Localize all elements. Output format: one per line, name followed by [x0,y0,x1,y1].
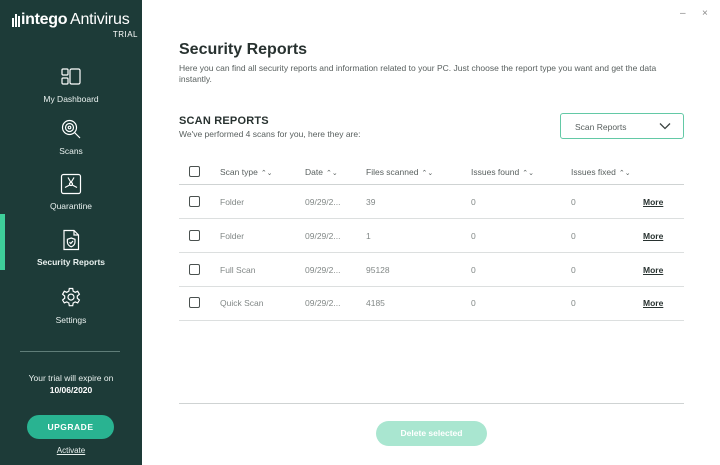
close-button[interactable]: × [702,8,712,19]
row-checkbox[interactable] [189,230,200,241]
scan-icon [61,119,81,139]
cell-issues-fixed: 0 [571,298,576,308]
more-link[interactable]: More [643,231,663,241]
sidebar-item-label: Scans [59,146,83,156]
cell-scan-type: Full Scan [220,265,256,275]
sort-icon: ⌃⌄ [618,170,631,177]
sort-icon: ⌃⌄ [325,170,338,177]
chevron-down-icon [659,123,671,130]
cell-date: 09/29/2... [305,265,341,275]
section-subtitle: We've performed 4 scans for you, here th… [179,129,361,139]
cell-files-scanned: 4185 [366,298,385,308]
column-header-issues-fixed[interactable]: Issues fixed ⌃⌄ [571,167,631,177]
trial-expiry-date: 10/06/2020 [49,385,93,395]
page-title: Security Reports [179,41,308,58]
cell-scan-type: Folder [220,197,245,207]
sort-icon: ⌃⌄ [522,170,534,177]
logo-brand: intego [21,11,68,28]
more-link[interactable]: More [643,298,663,308]
app-logo: intego Antivirus TRIAL [12,11,137,41]
section-title: SCAN REPORTS [179,115,269,127]
cell-issues-found: 0 [471,231,476,241]
table-row: Quick Scan 09/29/2... 4185 0 0 More [179,287,684,321]
sidebar-divider [20,351,120,352]
column-header-files-scanned[interactable]: Files scanned ⌃⌄ [366,167,433,177]
column-header-date[interactable]: Date ⌃⌄ [305,167,338,177]
sidebar-item-settings[interactable]: Settings [0,287,142,343]
upgrade-button[interactable]: UPGRADE [27,415,114,439]
more-link[interactable]: More [643,197,663,207]
cell-date: 09/29/2... [305,197,341,207]
quarantine-icon [60,173,82,195]
sidebar-item-security-reports[interactable]: Security Reports [0,229,142,285]
sidebar-item-dashboard[interactable]: My Dashboard [0,66,142,122]
logo-bars-icon [12,14,20,27]
cell-scan-type: Quick Scan [220,298,264,308]
cell-files-scanned: 39 [366,197,376,207]
sort-icon: ⌃⌄ [421,170,434,177]
footer-divider [179,403,684,404]
table-header: Scan type ⌃⌄ Date ⌃⌄ Files scanned ⌃⌄ Issue… [179,156,684,185]
cell-issues-found: 0 [471,265,476,275]
cell-issues-found: 0 [471,298,476,308]
sidebar-item-scans[interactable]: Scans [0,118,142,174]
dashboard-icon [61,68,81,85]
cell-date: 09/29/2... [305,231,341,241]
dropdown-value: Scan Reports [575,122,627,132]
row-checkbox[interactable] [189,264,200,275]
report-type-dropdown[interactable]: Scan Reports [560,113,684,139]
select-all-checkbox[interactable] [189,166,200,177]
cell-scan-type: Folder [220,231,245,241]
sidebar-item-quarantine[interactable]: Quarantine [0,173,142,229]
cell-issues-fixed: 0 [571,197,576,207]
gear-icon [61,287,81,307]
sidebar-item-label: Settings [55,315,87,325]
table-row: Folder 09/29/2... 39 0 0 More [179,185,684,219]
security-reports-icon [63,229,80,251]
sidebar-item-label: Security Reports [36,257,106,267]
cell-issues-fixed: 0 [571,231,576,241]
minimize-button[interactable]: – [680,8,690,19]
cell-issues-found: 0 [471,197,476,207]
sidebar-item-label: My Dashboard [43,94,99,104]
row-checkbox[interactable] [189,297,200,308]
logo-product: Antivirus [70,11,130,28]
delete-selected-button[interactable]: Delete selected [376,421,487,446]
cell-date: 09/29/2... [305,298,341,308]
page-description: Here you can find all security reports a… [179,63,657,84]
table-row: Full Scan 09/29/2... 95128 0 0 More [179,253,684,287]
column-header-scan-type[interactable]: Scan type ⌃⌄ [220,167,273,177]
cell-files-scanned: 95128 [366,265,390,275]
trial-expiry-text: Your trial will expire on [28,373,114,383]
cell-issues-fixed: 0 [571,265,576,275]
sidebar: intego Antivirus TRIAL My Dashboard Scan… [0,0,142,465]
sidebar-item-label: Quarantine [49,201,93,211]
cell-files-scanned: 1 [366,231,371,241]
more-link[interactable]: More [643,265,663,275]
column-header-issues-found[interactable]: Issues found ⌃⌄ [471,167,534,177]
activate-link[interactable]: Activate [0,446,142,455]
table-row: Folder 09/29/2... 1 0 0 More [179,219,684,253]
edition-label: TRIAL [112,30,138,39]
sort-icon: ⌃⌄ [260,170,273,177]
row-checkbox[interactable] [189,196,200,207]
